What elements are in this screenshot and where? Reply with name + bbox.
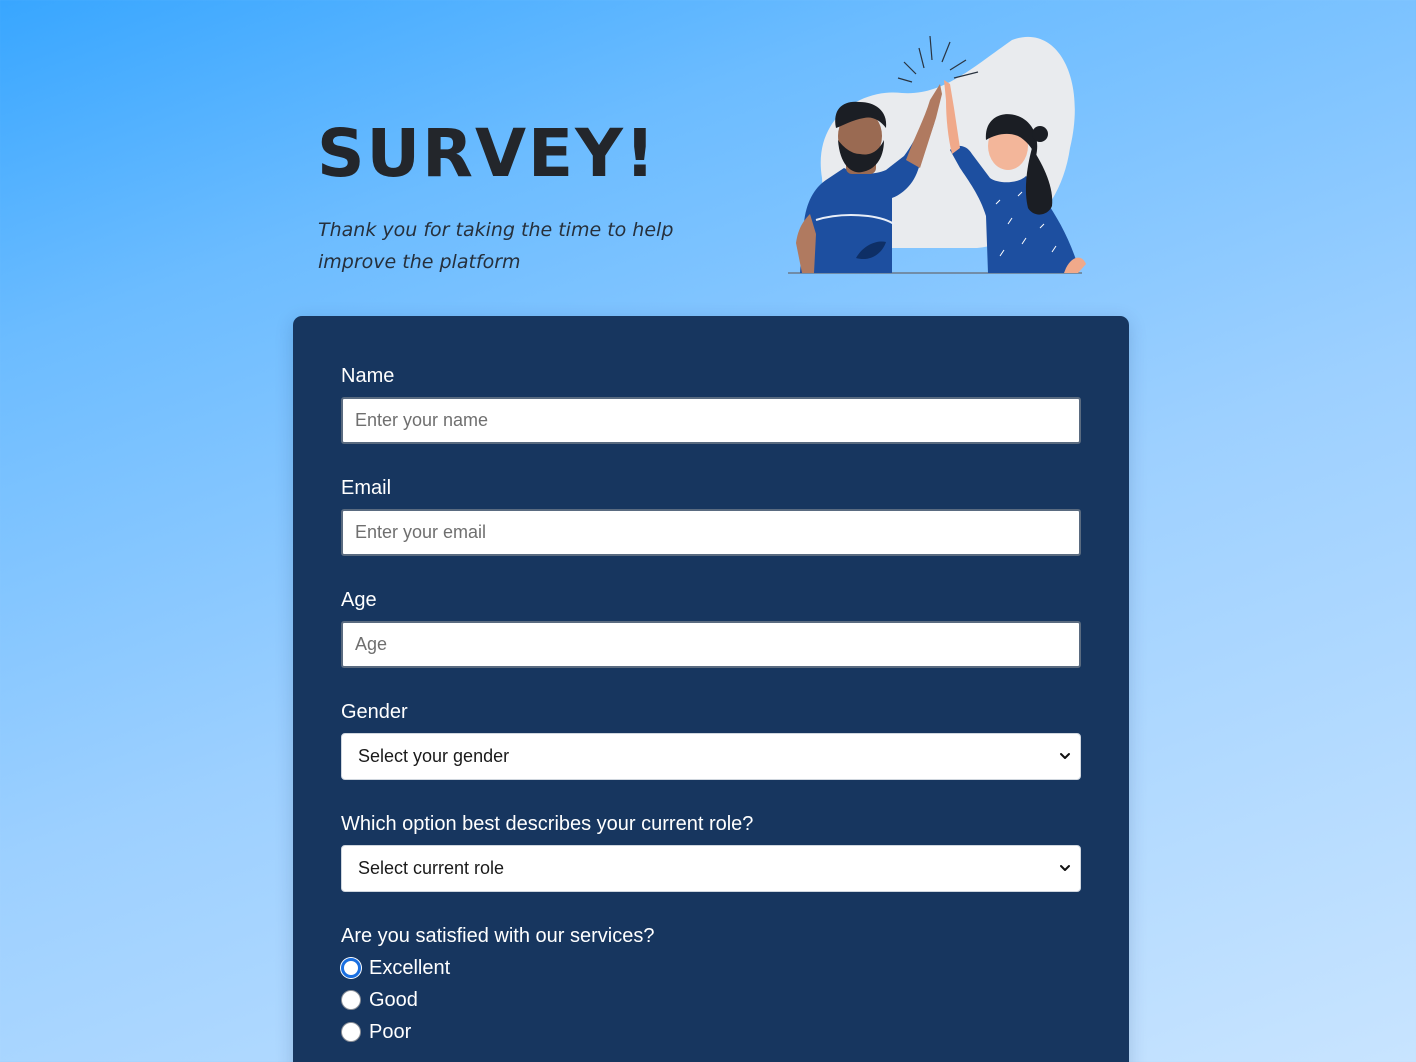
chevron-down-icon — [1060, 753, 1070, 759]
radio-option-excellent[interactable]: Excellent — [341, 952, 1081, 984]
email-input[interactable] — [341, 509, 1081, 556]
age-label: Age — [341, 589, 377, 611]
radio-option-good[interactable]: Good — [341, 984, 1081, 1016]
satisfaction-radio-group: Excellent Good Poor — [341, 952, 1081, 1048]
role-label: Which option best describes your current… — [341, 813, 754, 835]
gender-select-value: Select your gender — [358, 746, 510, 766]
gender-label: Gender — [341, 701, 408, 723]
name-label: Name — [341, 365, 395, 387]
radio-option-poor[interactable]: Poor — [341, 1016, 1081, 1048]
radio-label-good: Good — [369, 988, 418, 1011]
age-field-group: Age — [341, 588, 1081, 668]
survey-form: Name Email Age Gender Select your gender… — [293, 316, 1129, 1062]
satisfaction-label: Are you satisfied with our services? — [341, 925, 655, 947]
name-input[interactable] — [341, 397, 1081, 444]
radio-good[interactable] — [341, 990, 361, 1010]
chevron-down-icon — [1060, 865, 1070, 871]
gender-field-group: Gender Select your gender — [341, 700, 1081, 780]
high-five-illustration — [788, 35, 1086, 274]
name-field-group: Name — [341, 364, 1081, 444]
role-select[interactable]: Select current role — [341, 845, 1081, 892]
email-field-group: Email — [341, 476, 1081, 556]
page-subtitle: Thank you for taking the time to help im… — [318, 219, 674, 273]
role-select-value: Select current role — [358, 858, 505, 878]
radio-poor[interactable] — [341, 1022, 361, 1042]
satisfaction-field-group: Are you satisfied with our services? Exc… — [341, 924, 1081, 1048]
radio-label-excellent: Excellent — [369, 956, 451, 979]
page-title: SURVEY! — [317, 115, 658, 192]
radio-label-poor: Poor — [369, 1020, 412, 1043]
gender-select[interactable]: Select your gender — [341, 733, 1081, 780]
email-label: Email — [341, 477, 392, 499]
radio-excellent[interactable] — [341, 958, 361, 978]
age-input[interactable] — [341, 621, 1081, 668]
role-field-group: Which option best describes your current… — [341, 812, 1081, 892]
